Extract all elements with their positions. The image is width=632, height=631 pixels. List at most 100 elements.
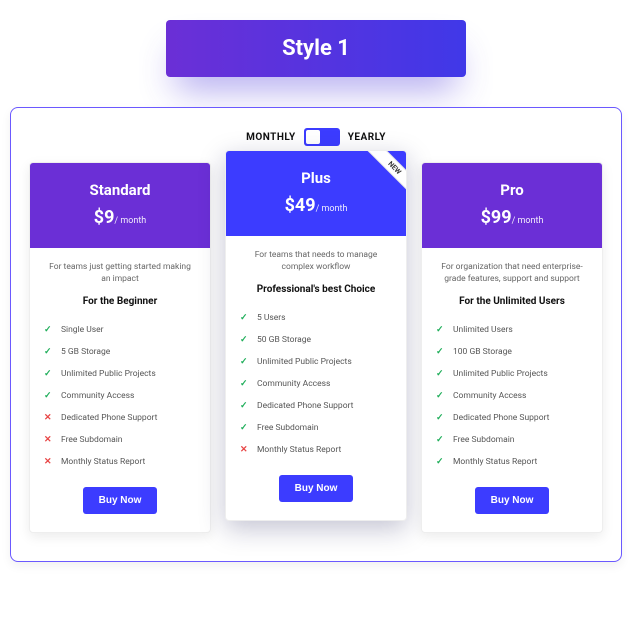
check-icon: ✓ <box>436 413 446 423</box>
feature-text: Free Subdomain <box>453 435 515 445</box>
feature-text: Monthly Status Report <box>453 457 537 467</box>
feature-text: Community Access <box>61 391 134 401</box>
check-icon: ✓ <box>240 401 250 411</box>
check-icon: ✓ <box>240 335 250 345</box>
check-icon: ✓ <box>436 369 446 379</box>
feature-item: ✓ Community Access <box>436 385 588 407</box>
feature-item: ✕ Monthly Status Report <box>44 451 196 473</box>
cta-row: Buy Now <box>240 475 392 502</box>
feature-item: ✓100 GB Storage <box>436 341 588 363</box>
check-icon: ✓ <box>436 457 446 467</box>
feature-text: 50 GB Storage <box>257 335 311 345</box>
plan-body: For teams that needs to manage complex w… <box>226 236 406 520</box>
feature-item: ✓ Monthly Status Report <box>436 451 588 473</box>
plan-name: Plus <box>234 169 398 187</box>
price-period: / month <box>316 204 348 214</box>
feature-text: Single User <box>61 325 104 335</box>
check-icon: ✓ <box>44 347 54 357</box>
price-period: / month <box>114 216 146 226</box>
plan-subtitle: Professional's best Choice <box>240 284 392 295</box>
feature-text: 100 GB Storage <box>453 347 512 357</box>
plan-description: For teams that needs to manage complex w… <box>240 250 392 274</box>
feature-text: Community Access <box>257 379 330 389</box>
feature-text: Monthly Status Report <box>61 457 145 467</box>
plan-price: $99/ month <box>430 207 594 228</box>
feature-item: ✓Dedicated Phone Support <box>436 407 588 429</box>
feature-item: ✓ Unlimited Users <box>436 319 588 341</box>
toggle-label-yearly: YEARLY <box>348 132 386 143</box>
feature-text: Dedicated Phone Support <box>61 413 157 423</box>
feature-text: Unlimited Public Projects <box>61 369 156 379</box>
feature-item: ✓ Unlimited Public Projects <box>436 363 588 385</box>
check-icon: ✓ <box>436 391 446 401</box>
feature-item: ✓ Dedicated Phone Support <box>240 395 392 417</box>
pricing-panel: MONTHLY YEARLY Standard $9/ month For te… <box>10 107 622 562</box>
feature-item: ✓ Single User <box>44 319 196 341</box>
billing-toggle-row: MONTHLY YEARLY <box>29 128 603 146</box>
feature-item: ✓ Community Access <box>240 373 392 395</box>
feature-text: 5 Users <box>257 313 286 323</box>
feature-text: Community Access <box>453 391 526 401</box>
price-amount: $99 <box>481 207 512 228</box>
plan-price: $49/ month <box>234 195 398 216</box>
plan-card-standard: Standard $9/ month For teams just gettin… <box>29 162 211 533</box>
feature-item: ✓Unlimited Public Projects <box>44 363 196 385</box>
buy-now-button[interactable]: Buy Now <box>279 475 354 502</box>
feature-text: Unlimited Public Projects <box>257 357 352 367</box>
feature-item: ✓ Free Subdomain <box>436 429 588 451</box>
plan-subtitle: For the Unlimited Users <box>436 296 588 307</box>
plan-card-pro: Pro $99/ month For organization that nee… <box>421 162 603 533</box>
plan-price: $9/ month <box>38 207 202 228</box>
check-icon: ✓ <box>44 391 54 401</box>
feature-text: Unlimited Public Projects <box>453 369 548 379</box>
price-amount: $9 <box>94 207 115 228</box>
plan-header: Plus $49/ month <box>226 151 406 236</box>
check-icon: ✓ <box>44 325 54 335</box>
pricing-cards: Standard $9/ month For teams just gettin… <box>29 162 603 533</box>
check-icon: ✓ <box>240 379 250 389</box>
feature-item: ✕ Monthly Status Report <box>240 439 392 461</box>
feature-list: ✓ 5 Users ✓ 50 GB Storage ✓ Unlimited Publi… <box>240 307 392 461</box>
plan-name: Standard <box>38 181 202 199</box>
check-icon: ✓ <box>436 435 446 445</box>
feature-text: Monthly Status Report <box>257 445 341 455</box>
check-icon: ✓ <box>240 313 250 323</box>
cta-row: Buy Now <box>436 487 588 514</box>
plan-card-plus: NEW Plus $49/ month For teams that needs… <box>225 150 407 521</box>
toggle-label-monthly: MONTHLY <box>246 132 296 143</box>
feature-list: ✓Unlimited Users ✓100 GB Storage ✓Unlimi… <box>436 319 588 473</box>
cross-icon: ✕ <box>44 413 54 423</box>
plan-subtitle: For the Beginner <box>44 296 196 307</box>
style-badge: Style 1 <box>166 20 466 77</box>
cross-icon: ✕ <box>44 457 54 467</box>
check-icon: ✓ <box>240 357 250 367</box>
feature-text: Free Subdomain <box>61 435 123 445</box>
feature-item: ✓ Community Access <box>44 385 196 407</box>
feature-text: 5 GB Storage <box>61 347 110 357</box>
plan-description: For organization that need enterprise-gr… <box>436 262 588 286</box>
cross-icon: ✕ <box>240 445 250 455</box>
billing-toggle[interactable] <box>304 128 340 146</box>
plan-header: Pro $99/ month <box>422 163 602 248</box>
price-amount: $49 <box>285 195 316 216</box>
plan-description: For teams just getting started making an… <box>44 262 196 286</box>
check-icon: ✓ <box>240 423 250 433</box>
feature-text: Free Subdomain <box>257 423 319 433</box>
feature-item: ✕Free Subdomain <box>44 429 196 451</box>
feature-item: ✓ 50 GB Storage <box>240 329 392 351</box>
buy-now-button[interactable]: Buy Now <box>83 487 158 514</box>
feature-list: ✓Single User ✓5 GB Storage ✓Unlimited Pu… <box>44 319 196 473</box>
feature-text: Unlimited Users <box>453 325 513 335</box>
feature-item: ✕ Dedicated Phone Support <box>44 407 196 429</box>
feature-item: ✓ Unlimited Public Projects <box>240 351 392 373</box>
feature-text: Dedicated Phone Support <box>257 401 353 411</box>
feature-item: ✓ 5 Users <box>240 307 392 329</box>
check-icon: ✓ <box>436 325 446 335</box>
plan-body: For organization that need enterprise-gr… <box>422 248 602 532</box>
plan-name: Pro <box>430 181 594 199</box>
plan-header: Standard $9/ month <box>30 163 210 248</box>
price-period: / month <box>512 216 544 226</box>
feature-item: ✓ 5 GB Storage <box>44 341 196 363</box>
buy-now-button[interactable]: Buy Now <box>475 487 550 514</box>
cta-row: Buy Now <box>44 487 196 514</box>
